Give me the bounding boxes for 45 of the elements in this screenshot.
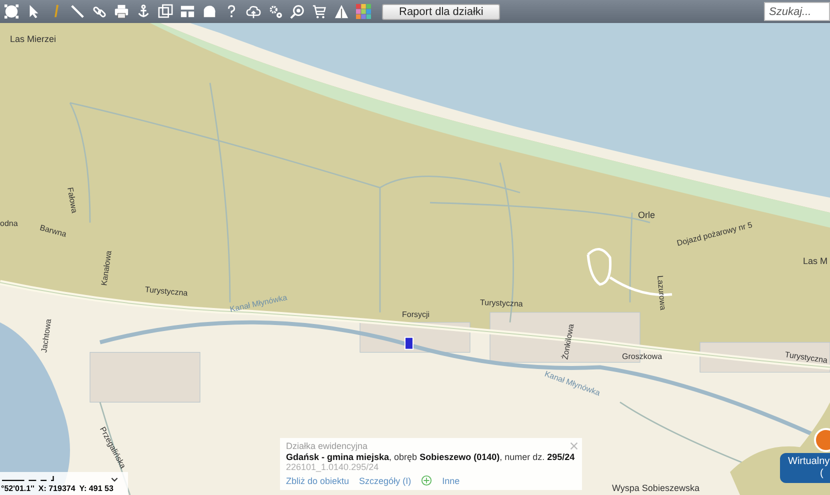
- map-label: Turystyczna: [144, 285, 188, 298]
- map-label: Las Mierzei: [10, 34, 56, 44]
- caret-icon: [111, 476, 118, 482]
- printer-icon[interactable]: [114, 4, 129, 19]
- popup-link[interactable]: Zbliż do obiektu: [286, 476, 350, 486]
- search-field[interactable]: Szukaj...: [764, 2, 830, 21]
- cart-icon[interactable]: [312, 4, 327, 19]
- map-label: Orle: [638, 210, 656, 220]
- scale-bar: [2, 475, 54, 483]
- map-label: odna: [0, 219, 18, 228]
- map-label: Żonkilowa: [560, 323, 576, 360]
- report-button[interactable]: Raport dla działki: [382, 4, 500, 20]
- layout-icon[interactable]: [180, 4, 195, 19]
- map-label: Wyspa Sobieszewska: [612, 483, 700, 493]
- x-coordinate: X: 719374: [38, 484, 76, 493]
- color-grid-icon[interactable]: [356, 4, 371, 19]
- anchor-icon[interactable]: [136, 4, 151, 19]
- map-label: Fałowa: [66, 186, 79, 214]
- map-label: Groszkowa: [622, 352, 662, 361]
- map-label: Barwna: [38, 223, 68, 239]
- map-label: Las M: [803, 256, 828, 266]
- search-icon[interactable]: [290, 4, 305, 19]
- virtual-tour-button[interactable]: Wirtualny (: [780, 453, 830, 483]
- popup-link[interactable]: Szczegóły (I): [359, 476, 412, 486]
- ruler-icon[interactable]: [70, 4, 85, 19]
- select-extent-icon[interactable]: [4, 4, 19, 19]
- map-label: Forsycji: [402, 310, 430, 319]
- map-label: Jachtowa: [40, 318, 54, 354]
- parcel-identifier: 226101_1.0140.295/24: [286, 462, 380, 472]
- map-label: Turystyczna: [480, 298, 523, 308]
- map-label: Kanał Młynówka: [229, 292, 288, 314]
- map-label: Kanałowa: [100, 250, 114, 286]
- latitude-text: °52'01.1'': [1, 484, 34, 493]
- map-label: Turystyczna: [784, 350, 828, 365]
- warning-icon[interactable]: [334, 4, 349, 19]
- settings-icon[interactable]: [268, 4, 283, 19]
- y-coordinate: Y: 491 53: [79, 484, 114, 493]
- blob-icon[interactable]: [202, 4, 217, 19]
- cloud-upload-icon[interactable]: [246, 4, 261, 19]
- link-icon[interactable]: [92, 4, 107, 19]
- copy-icon[interactable]: [158, 4, 173, 19]
- popup-heading: Działka ewidencyjna: [286, 441, 368, 451]
- map-label: Lazurowa: [656, 275, 668, 310]
- more-link[interactable]: Inne: [442, 476, 460, 486]
- parcel-description: Gdańsk - gmina miejska, obręb Sobieszewo (0140), numer dz. 295/24: [286, 452, 576, 462]
